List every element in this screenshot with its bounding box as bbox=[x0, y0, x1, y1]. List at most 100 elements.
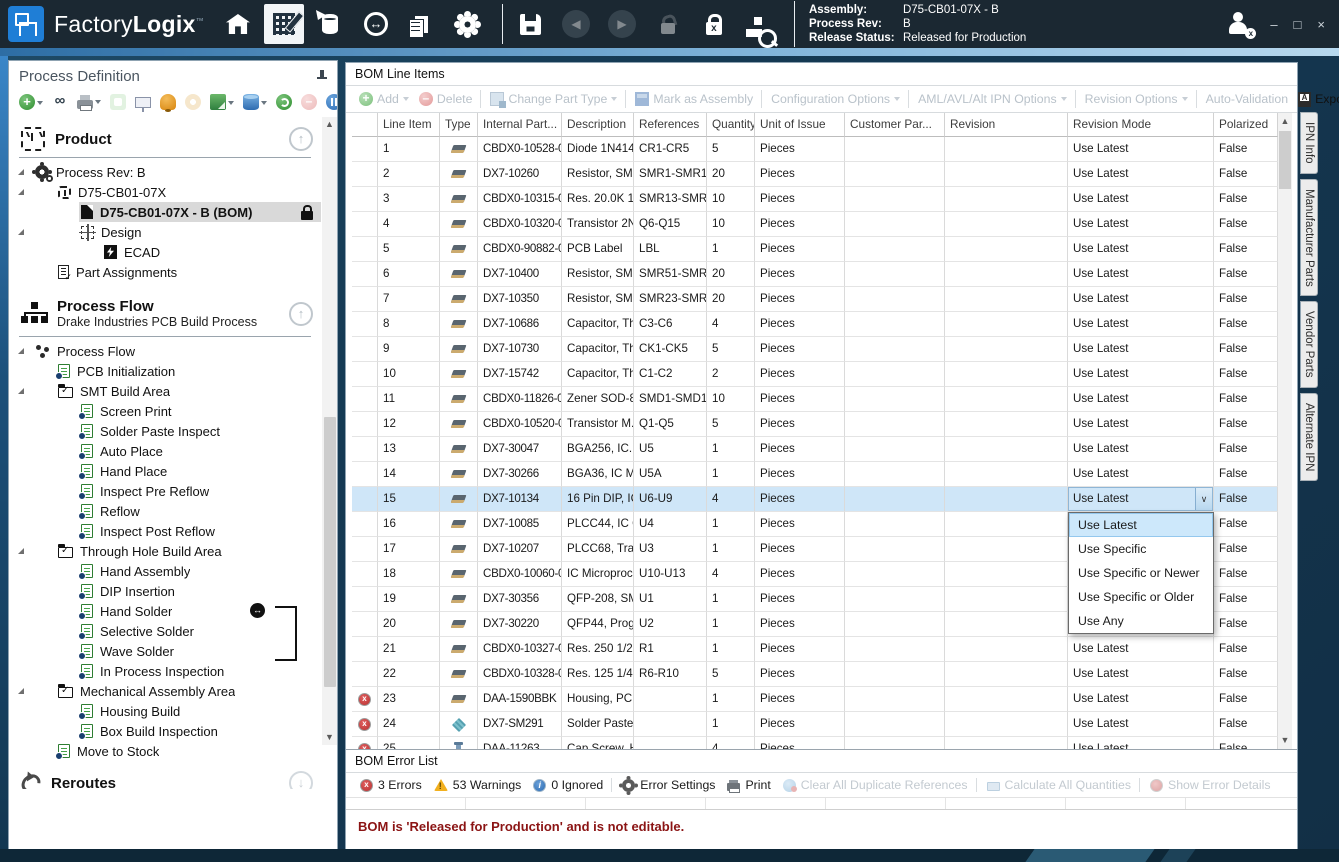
toolbar-button[interactable]: Revision Options bbox=[1075, 90, 1193, 108]
error-toolbar-button[interactable]: Show Error Details bbox=[1139, 778, 1277, 792]
cell-revision-mode[interactable]: Use Latest bbox=[1068, 262, 1214, 287]
table-row[interactable]: 14 DX7-30266 BGA36, IC Mi... U5A 1 Piece… bbox=[352, 462, 1278, 487]
table-row[interactable]: 6 DX7-10400 Resistor, SMT... SMR51-SMR70… bbox=[352, 262, 1278, 287]
toolbar-button[interactable]: Add bbox=[354, 90, 414, 108]
flow-tools-icon[interactable] bbox=[110, 94, 126, 110]
toolbar-button[interactable]: Export bbox=[1293, 90, 1339, 109]
error-toolbar-button[interactable]: 53 Warnings bbox=[428, 778, 528, 792]
toolbar-button[interactable]: Auto-Validation bbox=[1196, 90, 1294, 108]
side-tab[interactable]: IPN Info bbox=[1300, 112, 1318, 174]
tree-item[interactable]: Hand Assembly bbox=[9, 561, 321, 581]
cell-revision-mode[interactable]: Use Latest bbox=[1068, 637, 1214, 662]
tree-item[interactable]: Part Assignments bbox=[9, 262, 321, 282]
reroutes-section-header[interactable]: Reroutes ↓ bbox=[9, 761, 321, 789]
process-search-icon[interactable] bbox=[740, 4, 780, 44]
error-toolbar-button[interactable]: 3 Errors bbox=[354, 778, 428, 792]
column-header[interactable]: References bbox=[634, 113, 707, 137]
close-button[interactable]: × bbox=[1317, 17, 1325, 32]
dropdown-option[interactable]: Use Specific or Older bbox=[1069, 585, 1213, 609]
table-row[interactable]: 24 DX7-SM291 Solder Paste,... 1 Pieces bbox=[352, 712, 1278, 737]
column-header[interactable]: Unit of Issue bbox=[755, 113, 845, 137]
cell-revision-mode[interactable]: Use Latest bbox=[1068, 362, 1214, 387]
tree-item[interactable]: Solder Paste Inspect bbox=[9, 421, 321, 441]
table-row[interactable]: 21 CBDX0-10327-0 Res. 250 1/2... R1 1 Pi… bbox=[352, 637, 1278, 662]
cell-revision-mode[interactable]: Use Latest bbox=[1068, 462, 1214, 487]
cell-revision-mode[interactable]: Use Latest bbox=[1068, 687, 1214, 712]
tree-item[interactable]: Process Flow bbox=[9, 341, 321, 361]
scrollbar-thumb[interactable] bbox=[324, 417, 336, 687]
error-toolbar-button[interactable]: Calculate All Quantities bbox=[976, 778, 1137, 792]
table-row[interactable]: 10 DX7-15742 Capacitor, Th... C1-C2 2 Pi… bbox=[352, 362, 1278, 387]
cell-revision-mode[interactable]: Use Latest bbox=[1068, 237, 1214, 262]
tree-item[interactable]: Housing Build bbox=[9, 701, 321, 721]
tree-item[interactable]: Screen Print bbox=[9, 401, 321, 421]
tree-item[interactable]: Box Build Inspection bbox=[9, 721, 321, 741]
scroll-up-icon[interactable]: ▲ bbox=[1278, 114, 1292, 129]
table-row[interactable]: 4 CBDX0-10320-0 Transistor 2N... Q6-Q15 … bbox=[352, 212, 1278, 237]
column-header[interactable]: Revision bbox=[945, 113, 1068, 137]
table-row[interactable]: 7 DX7-10350 Resistor, SMT... SMR23-SMR42… bbox=[352, 287, 1278, 312]
side-tab[interactable]: Alternate IPN bbox=[1300, 393, 1318, 481]
cell-revision-mode[interactable]: Use Latest ∨ bbox=[1068, 487, 1214, 512]
user-logout-icon[interactable]: x bbox=[1226, 12, 1252, 36]
dropdown-option[interactable]: Use Specific bbox=[1069, 537, 1213, 561]
pause-icon[interactable] bbox=[326, 94, 338, 110]
tree-item[interactable]: SMT Build Area bbox=[9, 381, 321, 401]
cell-revision-mode[interactable]: Use Latest bbox=[1068, 187, 1214, 212]
material-handling-icon[interactable] bbox=[310, 4, 350, 44]
gear-icon[interactable] bbox=[185, 94, 201, 110]
table-row[interactable]: 12 CBDX0-10520-0 Transistor M... Q1-Q5 5… bbox=[352, 412, 1278, 437]
cell-revision-mode[interactable]: Use Latest bbox=[1068, 437, 1214, 462]
tree-item[interactable]: Through Hole Build Area bbox=[9, 541, 321, 561]
table-row[interactable]: 3 CBDX0-10315-0 Res. 20.0K 1/... SMR13-S… bbox=[352, 187, 1278, 212]
table-row[interactable]: 5 CBDX0-90882-0 PCB Label LBL 1 Pieces bbox=[352, 237, 1278, 262]
back-icon[interactable]: ◀ bbox=[556, 4, 596, 44]
cell-revision-mode[interactable]: Use Latest bbox=[1068, 287, 1214, 312]
minimize-button[interactable]: – bbox=[1270, 17, 1277, 32]
database-icon[interactable] bbox=[243, 94, 267, 110]
tree-item[interactable]: Move to Stock bbox=[9, 741, 321, 761]
column-header[interactable]: Type bbox=[440, 113, 478, 137]
toolbar-button[interactable]: Change Part Type bbox=[480, 90, 622, 108]
home-icon[interactable] bbox=[218, 4, 258, 44]
scroll-down-icon[interactable]: ▼ bbox=[1278, 733, 1292, 748]
tree-item[interactable]: In Process Inspection bbox=[9, 661, 321, 681]
bom-editor-icon[interactable] bbox=[264, 4, 304, 44]
tree-item[interactable]: PCB Initialization bbox=[9, 361, 321, 381]
board-icon[interactable] bbox=[135, 97, 151, 108]
cell-revision-mode[interactable]: Use Latest bbox=[1068, 337, 1214, 362]
dropdown-option[interactable]: Use Specific or Newer bbox=[1069, 561, 1213, 585]
lock-remove-icon[interactable]: x bbox=[694, 4, 734, 44]
collapse-down-button[interactable]: ↓ bbox=[289, 771, 313, 789]
tree-item[interactable]: Mechanical Assembly Area bbox=[9, 681, 321, 701]
tree-item[interactable]: Inspect Post Reflow bbox=[9, 521, 321, 541]
column-header[interactable]: Quantity bbox=[707, 113, 755, 137]
bell-icon[interactable] bbox=[160, 94, 176, 110]
tree-item[interactable]: D75-CB01-07X - B (BOM) bbox=[9, 202, 321, 222]
side-tab[interactable]: Manufacturer Parts bbox=[1300, 179, 1318, 297]
collapse-up-button[interactable]: ↑ bbox=[289, 302, 313, 326]
toolbar-button[interactable]: AML/AVL/Alt IPN Options bbox=[908, 90, 1072, 108]
scroll-up-icon[interactable]: ▲ bbox=[322, 117, 337, 132]
error-toolbar-button[interactable]: Error Settings bbox=[611, 778, 721, 792]
table-row[interactable]: 25 DAA-11263 Cap Screw, H... 4 Pieces bbox=[352, 737, 1278, 750]
table-row[interactable]: 1 CBDX0-10528-0 Diode 1N414... CR1-CR5 5… bbox=[352, 137, 1278, 162]
table-row[interactable]: 9 DX7-10730 Capacitor, Th... CK1-CK5 5 P… bbox=[352, 337, 1278, 362]
toolbar-button[interactable]: Mark as Assembly bbox=[625, 90, 758, 108]
toolbar-button[interactable]: Delete bbox=[414, 90, 478, 108]
pin-icon[interactable] bbox=[315, 69, 329, 83]
column-header[interactable]: Line Item bbox=[378, 113, 440, 137]
tree-item[interactable]: Design bbox=[9, 222, 321, 242]
cell-revision-mode[interactable]: Use Latest bbox=[1068, 312, 1214, 337]
find-icon[interactable] bbox=[52, 94, 68, 110]
table-row[interactable]: 13 DX7-30047 BGA256, IC... U5 1 Pieces bbox=[352, 437, 1278, 462]
tree-item[interactable]: Hand Place bbox=[9, 461, 321, 481]
remove-icon[interactable] bbox=[301, 94, 317, 110]
tree-item[interactable]: Inspect Pre Reflow bbox=[9, 481, 321, 501]
side-tab[interactable]: Vendor Parts bbox=[1300, 301, 1318, 387]
maximize-button[interactable]: □ bbox=[1294, 17, 1302, 32]
tree-item[interactable]: Reflow bbox=[9, 501, 321, 521]
refresh-icon[interactable] bbox=[276, 94, 292, 110]
print-icon[interactable] bbox=[77, 95, 101, 109]
column-header[interactable]: Polarized bbox=[1214, 113, 1278, 137]
